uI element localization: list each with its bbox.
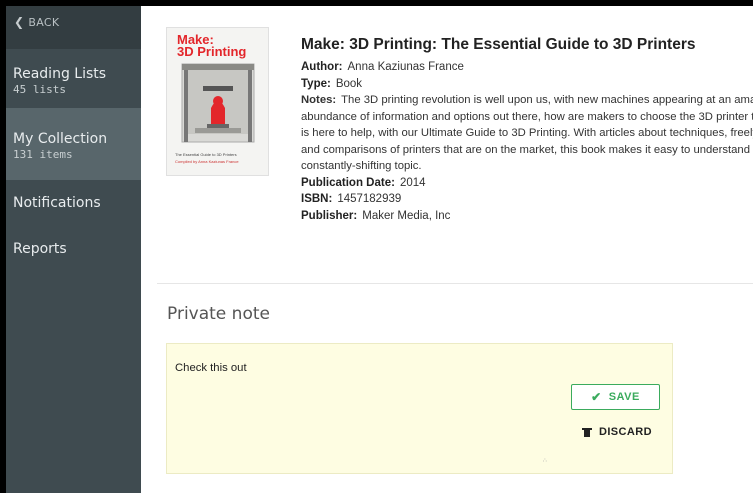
main-content: Make: 3D Printing The Essential Guide to… (141, 6, 753, 493)
save-button[interactable]: ✔ SAVE (571, 384, 660, 410)
check-icon: ✔ (591, 390, 602, 404)
cover-tagline: The Essential Guide to 3D Printers (175, 152, 237, 157)
private-note-editor: ∴ ✔ SAVE DISCARD (166, 343, 673, 474)
isbn-value: 1457182939 (337, 193, 402, 205)
save-label: SAVE (608, 391, 640, 403)
book-cover: Make: 3D Printing The Essential Guide to… (166, 27, 269, 176)
sidebar-item-count: 131 items (13, 148, 73, 161)
private-note-heading: Private note (167, 304, 270, 324)
publisher-label: Publisher: (301, 209, 358, 222)
resize-handle[interactable]: ∴ (543, 457, 549, 464)
book-metadata: Make: 3D Printing: The Essential Guide t… (301, 35, 753, 224)
sidebar-item-reading-lists[interactable]: Reading Lists 45 lists (6, 65, 141, 107)
chevron-left-icon: ❮ (14, 15, 25, 29)
discard-label: DISCARD (599, 426, 652, 438)
sidebar-item-title: Notifications (13, 195, 101, 211)
book-title: Make: 3D Printing: The Essential Guide t… (301, 36, 696, 53)
publisher-value: Maker Media, Inc (362, 209, 451, 222)
pubdate-label: Publication Date: (301, 176, 395, 189)
notes-row: Notes: The 3D printing revolution is well… (301, 92, 753, 175)
notes-label: Notes: (301, 94, 337, 106)
sidebar-item-my-collection[interactable]: My Collection 131 items (6, 108, 141, 180)
app-frame: ❮ BACK Reading Lists 45 lists My Collect… (6, 6, 753, 493)
pubdate-row: Publication Date: 2014 (301, 175, 753, 192)
sidebar-item-notifications[interactable]: Notifications (6, 194, 141, 212)
sidebar-item-title: Reading Lists (13, 66, 107, 82)
isbn-row: ISBN: 1457182939 (301, 191, 753, 208)
type-row: Type: Book (301, 76, 753, 93)
pubdate-value: 2014 (399, 176, 426, 189)
type-value: Book (335, 77, 363, 90)
sidebar-item-title: My Collection (13, 131, 108, 147)
section-divider (157, 283, 753, 284)
cover-compiled: Compiled by Anna Kaziunas France (175, 159, 239, 164)
isbn-label: ISBN: (301, 193, 333, 205)
sidebar-item-title: Reports (13, 241, 67, 257)
type-label: Type: (301, 77, 331, 90)
private-note-input[interactable] (175, 362, 555, 374)
back-label: BACK (28, 16, 60, 29)
notes-value: The 3D printing revolution is well upon … (301, 94, 753, 172)
back-button[interactable]: ❮ BACK (6, 6, 141, 49)
author-row: Author: Anna Kaziunas France (301, 59, 753, 76)
sidebar-item-reports[interactable]: Reports (6, 240, 141, 258)
trash-icon (582, 427, 592, 437)
publisher-row: Publisher: Maker Media, Inc (301, 208, 753, 225)
author-label: Author: (301, 61, 343, 73)
sidebar: ❮ BACK Reading Lists 45 lists My Collect… (6, 6, 141, 493)
author-value: Anna Kaziunas France (347, 61, 464, 73)
discard-button[interactable]: DISCARD (582, 424, 652, 440)
sidebar-item-count: 45 lists (13, 83, 66, 96)
